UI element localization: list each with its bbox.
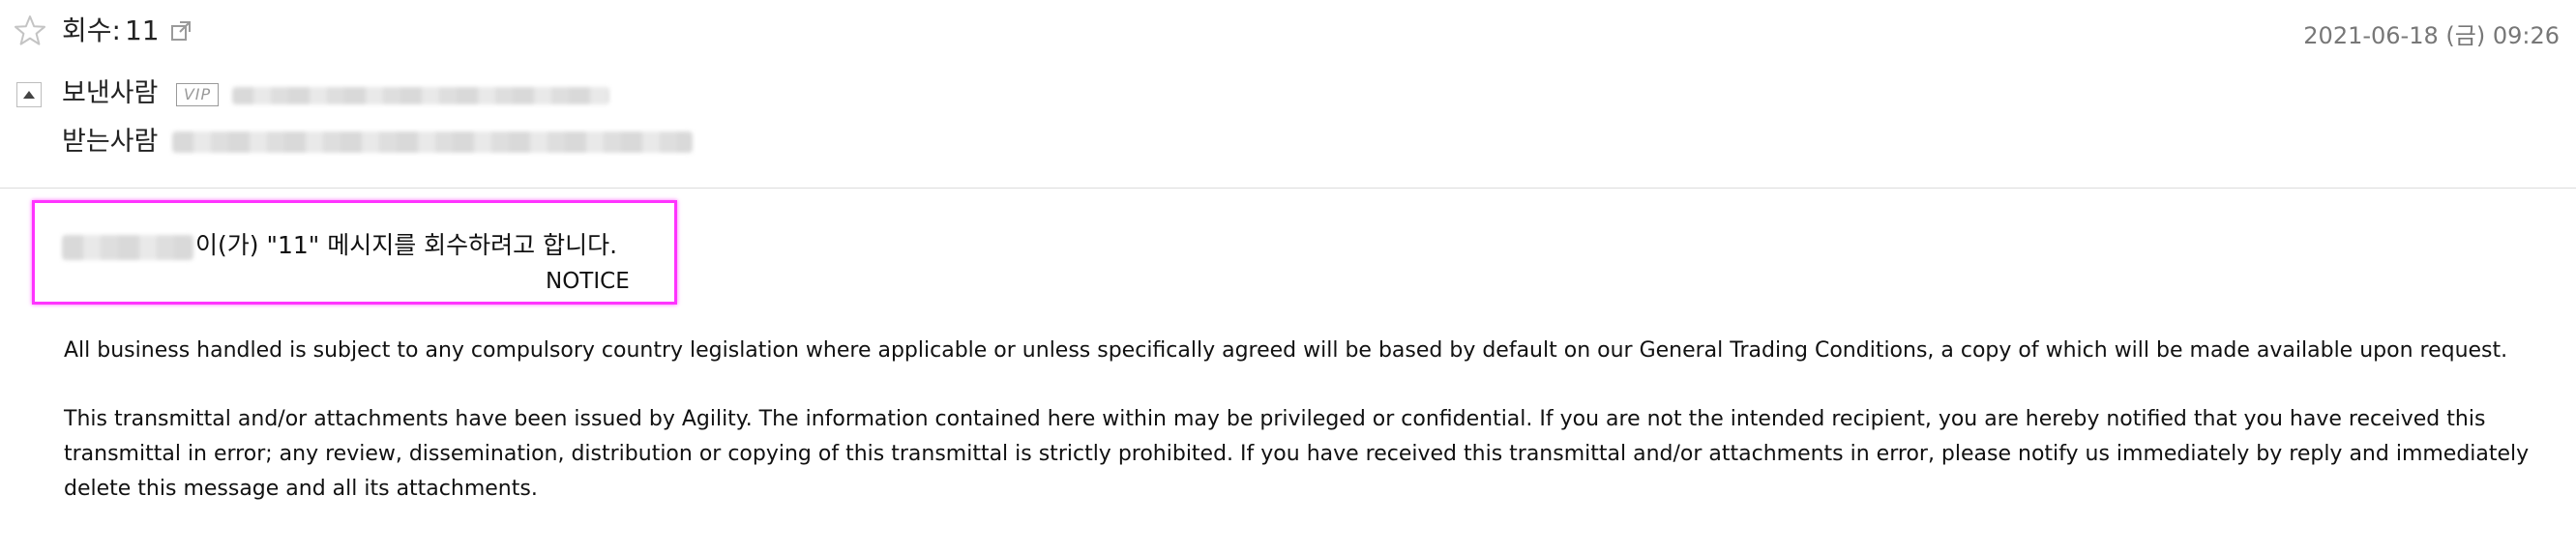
from-label: 보낸사람 [62, 78, 159, 108]
body-paragraph-2: This transmittal and/or attachments have… [64, 407, 2530, 501]
to-label: 받는사람 [62, 127, 159, 157]
mail-view: 회수: 11 2021-06-18 (금) 09:26 보낸사람 VIP 받는사… [0, 0, 2576, 554]
body-paragraph-1: All business handled is subject to any c… [64, 338, 2508, 363]
star-icon[interactable] [13, 14, 47, 48]
external-link-icon[interactable] [169, 19, 192, 43]
recall-sender-redacted [62, 235, 193, 260]
notice-label: NOTICE [546, 269, 630, 294]
subject-label: 회수: [62, 15, 121, 46]
recipient-address-redacted[interactable] [172, 131, 693, 153]
mail-date: 2021-06-18 (금) 09:26 [2303, 22, 2560, 49]
mail-subject: 회수: 11 [62, 14, 192, 48]
collapse-recipients-button[interactable] [16, 82, 42, 107]
vip-badge[interactable]: VIP [176, 83, 219, 106]
subject-value: 11 [124, 15, 160, 46]
collapse-up-icon [23, 91, 35, 99]
header-divider [0, 188, 2576, 189]
recall-message: 이(가) "11" 메시지를 회수하려고 합니다. [195, 231, 618, 259]
sender-address-redacted[interactable] [232, 87, 609, 104]
